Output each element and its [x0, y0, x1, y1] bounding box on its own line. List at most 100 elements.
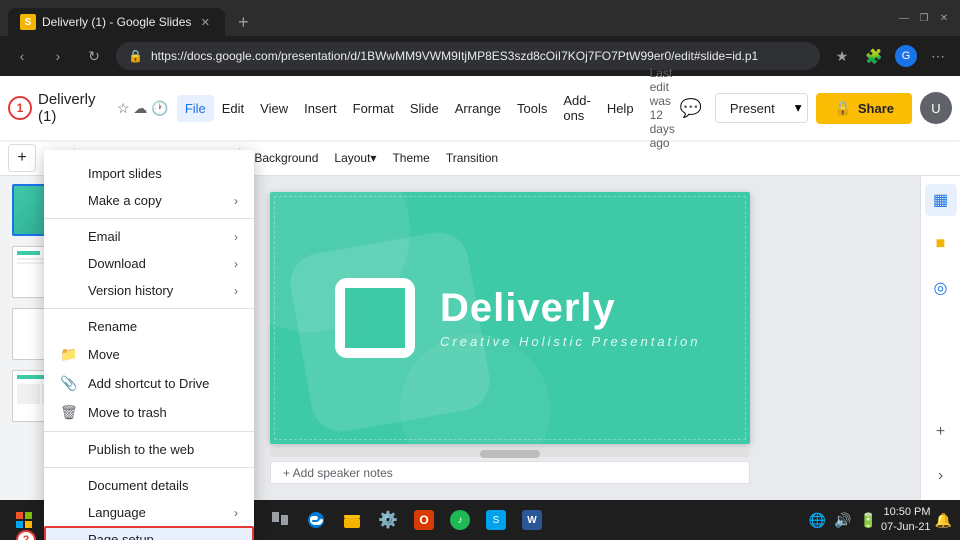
present-dropdown-button[interactable]: ▾: [789, 94, 808, 122]
tab-close-button[interactable]: ✕: [197, 14, 213, 30]
tab-area: S Deliverly (1) - Google Slides ✕ +: [8, 0, 888, 36]
add-slide-button[interactable]: +: [8, 144, 36, 172]
user-avatar[interactable]: U: [920, 92, 952, 124]
menu-item-make-copy[interactable]: Make a copy ›: [44, 187, 254, 214]
blue-panel-btn[interactable]: ◎: [925, 272, 957, 304]
menu-item-rename[interactable]: Rename: [44, 313, 254, 340]
menu-bar: File Edit View Insert Format Slide Arran…: [177, 66, 675, 150]
edge-icon[interactable]: [300, 506, 332, 534]
menu-format[interactable]: Format: [345, 95, 402, 122]
star-icon[interactable]: ☆: [117, 100, 130, 117]
lock-icon: 🔒: [128, 49, 143, 63]
menu-arrange[interactable]: Arrange: [447, 95, 509, 122]
menu-item-language[interactable]: Language ›: [44, 499, 254, 526]
share-button[interactable]: 🔒 Share: [816, 93, 912, 124]
menu-slide[interactable]: Slide: [402, 95, 447, 122]
lock-icon: 🔒: [834, 100, 851, 117]
tab-title: Deliverly (1) - Google Slides: [42, 15, 191, 29]
slideshow-panel-btn[interactable]: ▦: [925, 184, 957, 216]
arrow-icon: ›: [234, 284, 238, 298]
menu-item-version-history[interactable]: Version history ›: [44, 277, 254, 304]
present-button[interactable]: Present: [716, 95, 789, 122]
system-tray: 🌐 🔊 🔋: [809, 512, 877, 529]
slide-title: Deliverly: [440, 288, 701, 328]
menu-item-add-shortcut[interactable]: 📎 Add shortcut to Drive: [44, 369, 254, 398]
last-edit: Last edit was 12 days ago: [650, 66, 675, 150]
cloud-icon: ☁: [133, 100, 147, 117]
spotify-icon[interactable]: ♪: [444, 506, 476, 534]
menu-item-doc-details[interactable]: Document details: [44, 472, 254, 499]
slide-logo-area: D Deliverly Creative Holistic Presentati…: [330, 273, 701, 363]
forward-button[interactable]: ›: [44, 42, 72, 70]
arrow-icon: ›: [234, 230, 238, 244]
office-icon[interactable]: O: [408, 506, 440, 534]
scroll-thumb[interactable]: [480, 450, 540, 458]
settings-icon[interactable]: ⚙️: [372, 506, 404, 534]
present-btn-group: Present ▾: [715, 93, 809, 123]
menu-insert[interactable]: Insert: [296, 95, 345, 122]
system-clock[interactable]: 10:50 PM 07-Jun-21: [881, 505, 931, 536]
menu-section-4: Publish to the web: [44, 432, 254, 468]
file-dropdown-menu: Import slides Make a copy › Email › Down…: [44, 150, 254, 540]
menu-section-3: Rename 📁 Move 📎 Add shortcut to Drive 🗑 …: [44, 309, 254, 432]
menu-section-5: Document details Language › 2 Page setup…: [44, 468, 254, 540]
app-title: Deliverly (1): [38, 91, 111, 125]
menu-section-1: Import slides Make a copy ›: [44, 156, 254, 219]
tab-favicon: S: [20, 14, 36, 30]
menu-item-page-setup[interactable]: 2 Page setup: [44, 526, 254, 540]
minimize-button[interactable]: —: [896, 10, 912, 26]
horizontal-scrollbar[interactable]: [270, 450, 750, 457]
notifications-icon[interactable]: 🔔: [935, 512, 952, 529]
comment-icon[interactable]: 💬: [675, 92, 707, 124]
step1-badge: 1: [8, 96, 32, 120]
more-icon[interactable]: ⋯: [924, 42, 952, 70]
slide-canvas: D Deliverly Creative Holistic Presentati…: [270, 192, 750, 444]
trash-icon: 🗑: [60, 404, 80, 421]
logo-letter: D: [345, 288, 405, 348]
browser-titlebar: S Deliverly (1) - Google Slides ✕ + — ❐ …: [0, 0, 960, 36]
volume-icon[interactable]: 🔊: [834, 512, 851, 529]
arrow-icon: ›: [234, 194, 238, 208]
arrow-icon: ›: [234, 506, 238, 520]
menu-item-move[interactable]: 📁 Move: [44, 340, 254, 369]
app-header: 1 Deliverly (1) ☆ ☁ 🕐 File Edit View Ins…: [0, 76, 960, 140]
close-button[interactable]: ✕: [936, 10, 952, 26]
menu-item-publish[interactable]: Publish to the web: [44, 436, 254, 463]
app-icon-6[interactable]: S: [480, 506, 512, 534]
collapse-panel-btn[interactable]: ›: [925, 460, 957, 492]
menu-item-download[interactable]: Download ›: [44, 250, 254, 277]
menu-file[interactable]: File: [177, 95, 214, 122]
logo-container: D: [330, 273, 420, 363]
new-tab-button[interactable]: +: [229, 8, 257, 36]
favorites-icon[interactable]: ★: [828, 42, 856, 70]
back-button[interactable]: ‹: [8, 42, 36, 70]
speaker-notes-bar[interactable]: + Add speaker notes: [270, 461, 750, 484]
profile-icon[interactable]: G: [892, 42, 920, 70]
maximize-button[interactable]: ❐: [916, 10, 932, 26]
menu-help[interactable]: Help: [599, 95, 642, 122]
extensions-icon[interactable]: 🧩: [860, 42, 888, 70]
menu-addons[interactable]: Add-ons: [555, 87, 598, 129]
reload-button[interactable]: ↻: [80, 42, 108, 70]
menu-item-import-slides[interactable]: Import slides: [44, 160, 254, 187]
address-text: https://docs.google.com/presentation/d/1…: [151, 49, 758, 63]
header-icons: ☆ ☁ 🕐: [117, 100, 169, 117]
menu-view[interactable]: View: [252, 95, 296, 122]
battery-icon: 🔋: [860, 512, 877, 529]
word-icon[interactable]: W: [516, 506, 548, 534]
network-icon[interactable]: 🌐: [809, 512, 826, 529]
active-tab[interactable]: S Deliverly (1) - Google Slides ✕: [8, 8, 225, 36]
menu-tools[interactable]: Tools: [509, 95, 555, 122]
expand-panel-btn[interactable]: +: [925, 416, 957, 448]
taskbar-icons: ⚙️ O ♪ S W: [264, 506, 548, 534]
header-right: 💬 Present ▾ 🔒 Share U: [675, 92, 952, 124]
window-controls: — ❐ ✕: [896, 10, 952, 26]
right-panel: ▦ ■ ◎ + ›: [920, 176, 960, 500]
menu-item-move-trash[interactable]: 🗑 Move to trash: [44, 398, 254, 427]
file-explorer-icon[interactable]: [336, 506, 368, 534]
menu-edit[interactable]: Edit: [214, 95, 252, 122]
task-view-icon[interactable]: [264, 506, 296, 534]
menu-item-email[interactable]: Email ›: [44, 223, 254, 250]
taskbar-right: 🌐 🔊 🔋 10:50 PM 07-Jun-21 🔔: [809, 505, 952, 536]
yellow-panel-btn[interactable]: ■: [925, 228, 957, 260]
